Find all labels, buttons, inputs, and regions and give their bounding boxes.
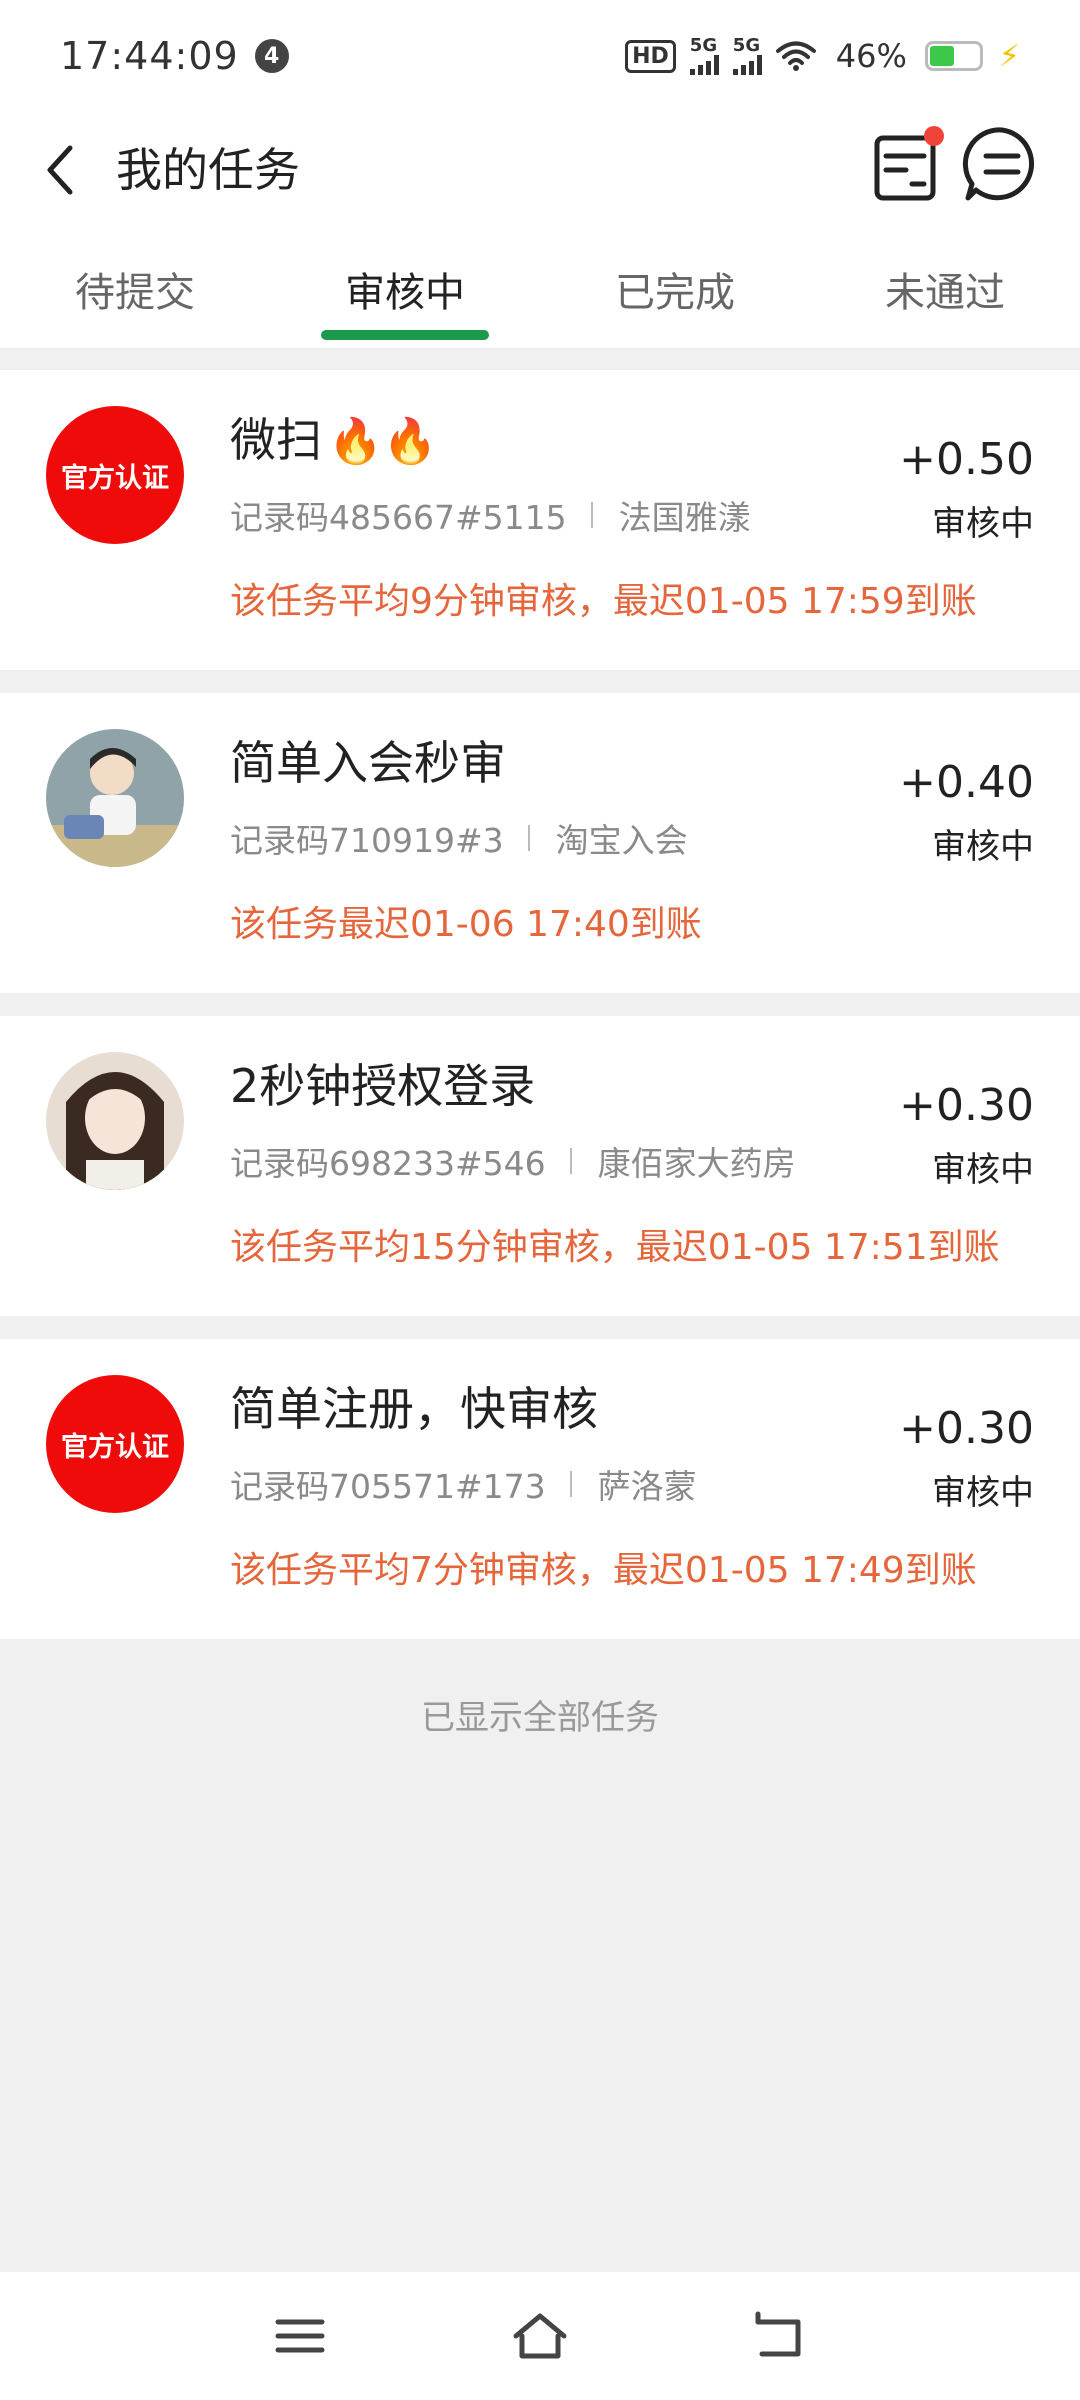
header: 我的任务	[0, 112, 1080, 234]
order-list-icon[interactable]	[872, 126, 944, 204]
task-title: 简单入会秒审	[230, 733, 506, 793]
tab-pending-submit[interactable]: 待提交	[0, 234, 270, 348]
task-title-text: 简单注册，快审核	[230, 1382, 598, 1436]
battery-percent: 46%	[835, 37, 907, 75]
signal-icon: 5G	[689, 35, 719, 75]
tab-completed[interactable]: 已完成	[540, 234, 810, 348]
menu-icon[interactable]	[270, 2308, 330, 2364]
merchant-name: 法国雅漾	[618, 498, 751, 537]
home-icon[interactable]	[510, 2308, 570, 2364]
chat-icon[interactable]	[962, 124, 1042, 204]
merchant-name: 萨洛蒙	[597, 1467, 697, 1506]
battery-icon	[924, 41, 983, 71]
task-meta: 记录码705571#173 萨洛蒙	[230, 1465, 697, 1509]
notification-count-badge: 4	[254, 39, 289, 73]
task-status: 审核中	[932, 1150, 1034, 1190]
task-title-text: 简单入会秒审	[230, 736, 506, 790]
task-note: 该任务平均15分钟审核，最迟01-05 17:51到账	[230, 1227, 1000, 1268]
task-title-text: 2秒钟授权登录	[230, 1059, 536, 1113]
tab-under-review[interactable]: 审核中	[270, 234, 540, 348]
record-code: 记录码698233#546	[230, 1144, 546, 1183]
signal-label: 5G	[689, 35, 718, 56]
task-meta: 记录码710919#3 淘宝入会	[230, 819, 688, 863]
back-nav-icon[interactable]	[750, 2308, 810, 2364]
merchant-name: 康佰家大药房	[597, 1144, 796, 1183]
task-note: 该任务最迟01-06 17:40到账	[230, 904, 702, 945]
status-time: 17:44:09	[60, 34, 239, 78]
task-item[interactable]: 简单入会秒审 记录码710919#3 淘宝入会 该任务最迟01-06 17:40到…	[0, 693, 1080, 993]
tab-bar: 待提交 审核中 已完成 未通过	[0, 234, 1080, 350]
page: 17:44:09 4 HD 5G 5G 46% ⚡ 我的任务 待提交 审核中 已…	[0, 0, 1080, 2400]
charging-icon: ⚡	[998, 38, 1020, 74]
task-note: 该任务平均9分钟审核，最迟01-05 17:59到账	[230, 581, 977, 622]
signal-icon: 5G	[732, 35, 762, 75]
task-item[interactable]: 2秒钟授权登录 记录码698233#546 康佰家大药房 该任务平均15分钟审核，…	[0, 1016, 1080, 1316]
avatar	[46, 729, 184, 867]
task-item[interactable]: 官方认证 微扫 🔥🔥 记录码485667#5115 法国雅漾 该任务平均9分钟审核，…	[0, 370, 1080, 670]
official-badge-avatar: 官方认证	[46, 406, 184, 544]
task-meta: 记录码698233#546 康佰家大药房	[230, 1142, 796, 1186]
task-amount: +0.40	[899, 757, 1034, 808]
task-amount: +0.50	[899, 434, 1034, 485]
system-nav-bar	[0, 2272, 1080, 2400]
task-title: 简单注册，快审核	[230, 1379, 598, 1439]
task-status: 审核中	[932, 1473, 1034, 1513]
merchant-name: 淘宝入会	[555, 821, 688, 860]
list-end-text: 已显示全部任务	[421, 1698, 659, 1738]
signal-label: 5G	[732, 35, 761, 56]
task-title: 微扫 🔥🔥	[230, 410, 438, 472]
back-icon[interactable]	[38, 134, 80, 206]
record-code: 记录码710919#3	[230, 821, 504, 860]
wifi-icon	[775, 41, 816, 71]
task-title-text: 微扫	[230, 413, 322, 467]
task-status: 审核中	[932, 504, 1034, 544]
task-meta: 记录码485667#5115 法国雅漾	[230, 496, 751, 540]
status-icons: HD 5G 5G 46% ⚡	[625, 37, 1020, 75]
record-code: 记录码705571#173	[230, 1467, 546, 1506]
task-amount: +0.30	[899, 1403, 1034, 1454]
notification-dot	[924, 126, 944, 146]
task-note: 该任务平均7分钟审核，最迟01-05 17:49到账	[230, 1550, 977, 1591]
fire-icon: 🔥🔥	[328, 416, 438, 467]
status-bar: 17:44:09 4 HD 5G 5G 46% ⚡	[0, 0, 1080, 112]
task-item[interactable]: 官方认证 简单注册，快审核 记录码705571#173 萨洛蒙 该任务平均7分钟审…	[0, 1339, 1080, 1639]
task-status: 审核中	[932, 827, 1034, 867]
record-code: 记录码485667#5115	[230, 498, 567, 537]
hd-icon: HD	[625, 39, 676, 73]
task-title: 2秒钟授权登录	[230, 1056, 535, 1116]
avatar	[46, 1052, 184, 1190]
official-badge-avatar: 官方认证	[46, 1375, 184, 1513]
task-amount: +0.30	[899, 1080, 1034, 1131]
tab-rejected[interactable]: 未通过	[810, 234, 1080, 348]
page-title: 我的任务	[116, 143, 300, 197]
